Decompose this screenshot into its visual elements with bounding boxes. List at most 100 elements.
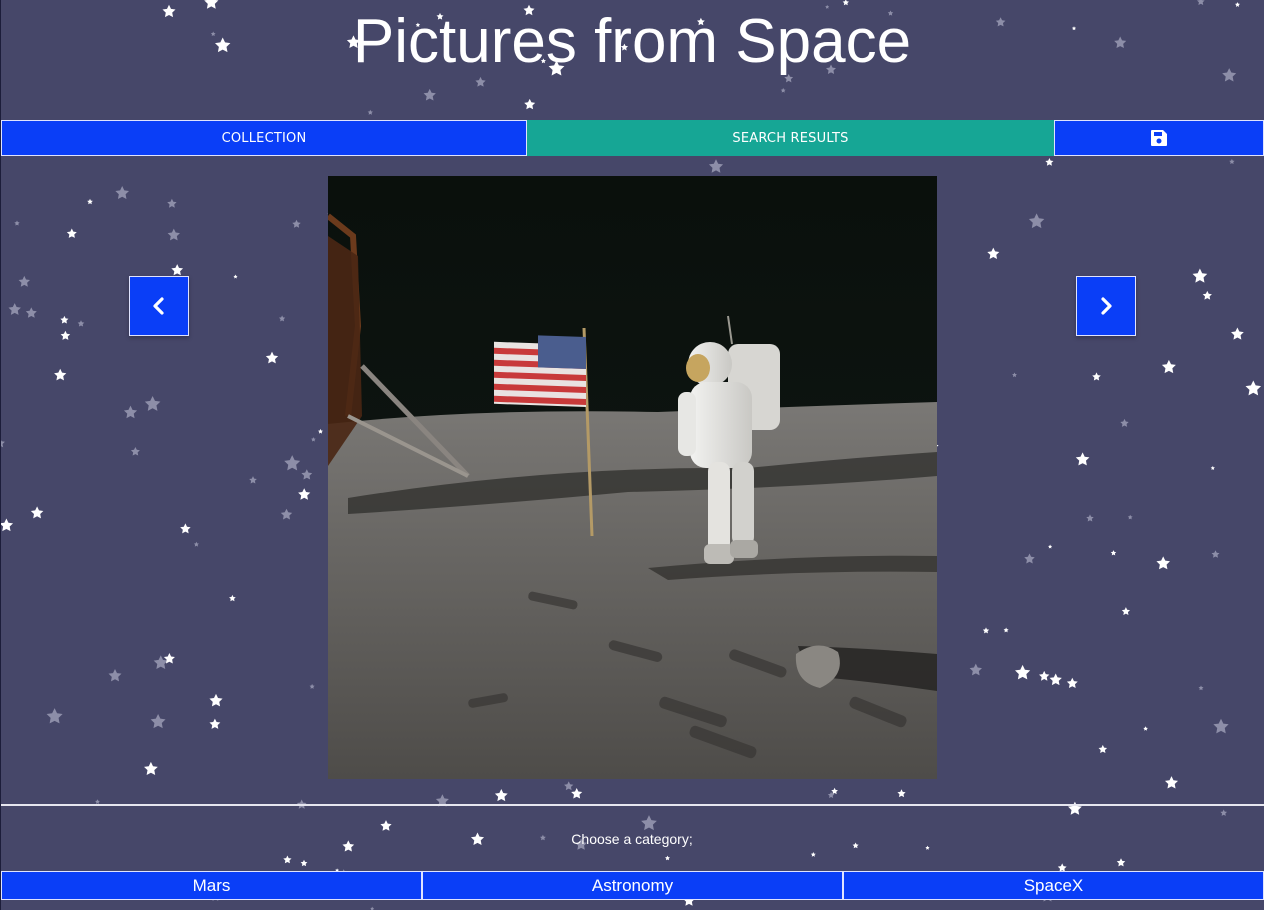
star-decoration [494,788,508,802]
star-decoration [54,368,67,381]
star-decoration [1015,664,1031,680]
category-prompt: Choose a category; [571,831,693,847]
category-mars-button[interactable]: Mars [1,871,422,900]
star-decoration [209,718,221,729]
star-decoration [66,228,77,238]
star-decoration [987,247,1000,260]
section-divider [0,804,1264,806]
star-decoration [982,627,990,634]
star-decoration [1161,359,1176,374]
space-photo [328,176,937,779]
star-decoration [1156,556,1170,570]
star-decoration [1202,290,1212,300]
star-decoration [150,713,166,729]
star-decoration [1213,718,1229,734]
save-icon [1151,130,1167,146]
page-title: Pictures from Space [352,7,912,76]
star-decoration [1024,553,1035,564]
star-decoration [1198,685,1204,691]
star-decoration [571,787,583,799]
star-decoration [130,446,140,456]
star-decoration [1092,372,1101,381]
star-decoration [842,0,849,6]
star-decoration [1003,627,1009,633]
star-decoration [1110,550,1117,556]
star-decoration [1048,544,1053,549]
star-decoration [284,455,301,471]
star-decoration [665,855,670,861]
star-decoration [8,303,21,315]
star-decoration [30,506,44,519]
star-decoration [283,855,292,864]
star-decoration [641,815,657,831]
chevron-right-icon [1101,297,1112,315]
star-decoration [1098,744,1108,754]
star-decoration [367,109,373,115]
star-decoration [209,693,223,707]
star-decoration [18,275,30,287]
star-decoration [46,708,63,724]
star-decoration [1116,858,1126,867]
star-decoration [292,219,301,228]
star-decoration [1231,327,1244,340]
star-decoration [265,351,279,364]
save-button[interactable] [1054,120,1264,156]
star-decoration [831,787,838,795]
star-decoration [77,320,85,327]
star-decoration [1210,465,1215,470]
star-decoration [60,330,71,340]
star-decoration [810,852,816,857]
star-decoration [193,541,199,547]
star-decoration [180,523,191,534]
star-decoration [1120,418,1129,427]
star-decoration [167,198,177,208]
star-decoration [1127,514,1133,520]
tab-collection[interactable]: COLLECTION [1,120,527,156]
star-decoration [0,518,14,532]
previous-button[interactable] [129,276,189,336]
next-button[interactable] [1076,276,1136,336]
category-astronomy-button[interactable]: Astronomy [422,871,843,900]
star-decoration [123,405,138,419]
star-decoration [1245,380,1262,396]
star-decoration [1045,158,1054,166]
star-decoration [311,437,316,442]
star-decoration [249,476,257,484]
star-decoration [1066,677,1078,689]
star-decoration [144,395,161,411]
tab-bar: COLLECTION SEARCH RESULTS [0,120,1264,156]
chevron-left-icon [153,297,164,315]
star-decoration [423,88,436,101]
star-decoration [300,859,308,867]
star-decoration [115,186,130,200]
star-decoration [708,159,724,173]
star-decoration [301,469,313,480]
window-edge [0,0,1,910]
star-decoration [564,781,574,791]
star-decoration [108,668,122,682]
star-decoration [780,87,786,93]
moon-landing-image [328,176,937,779]
star-decoration [1012,372,1017,378]
star-decoration [298,488,311,500]
category-bar: Mars Astronomy SpaceX [0,871,1264,900]
star-decoration [1028,213,1045,229]
category-spacex-button[interactable]: SpaceX [843,871,1264,900]
star-decoration [167,228,180,241]
star-decoration [309,683,315,689]
star-decoration [380,820,392,831]
star-decoration [318,428,323,434]
star-decoration [1164,776,1179,789]
star-decoration [87,198,93,205]
star-decoration [1121,607,1131,615]
star-decoration [897,789,906,798]
star-decoration [1143,726,1148,731]
star-decoration [969,663,982,676]
star-decoration [475,76,486,87]
star-decoration [1196,0,1205,5]
star-decoration [1086,514,1094,522]
star-decoration [1075,452,1090,466]
star-decoration [229,594,236,602]
star-decoration [1229,158,1235,164]
tab-search-results[interactable]: SEARCH RESULTS [527,120,1054,156]
